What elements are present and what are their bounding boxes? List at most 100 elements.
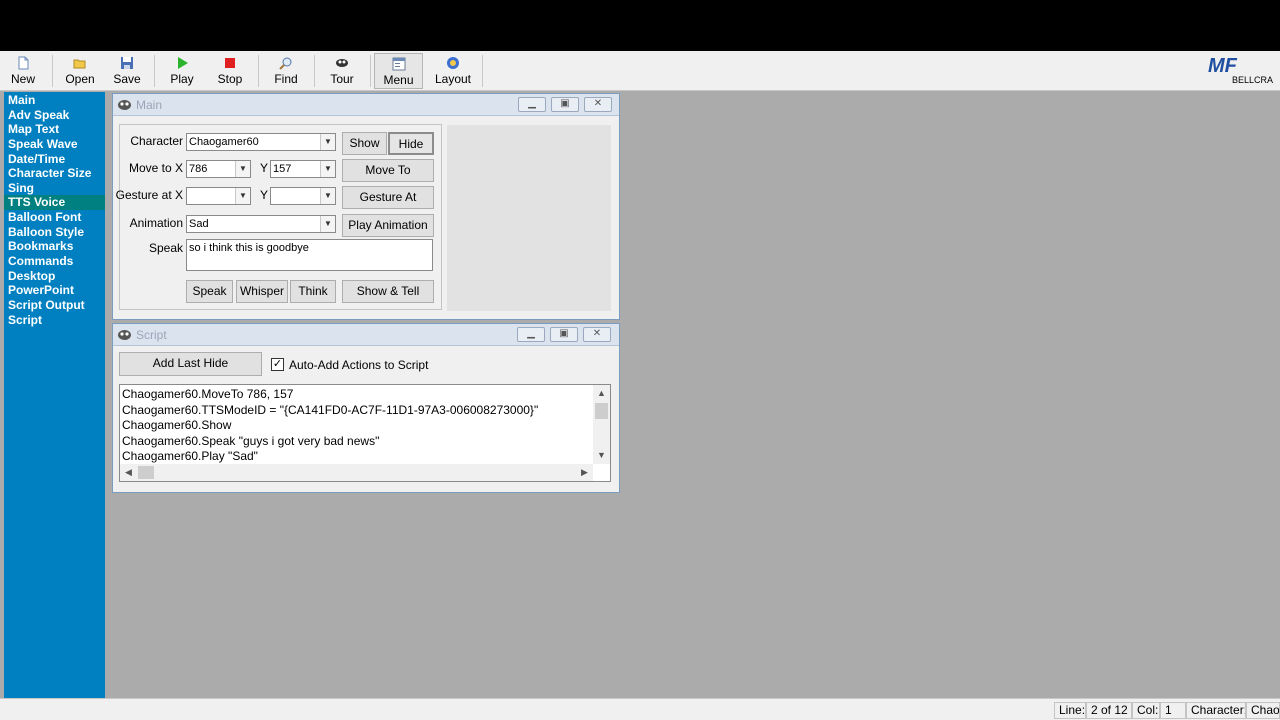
speak-button[interactable]: Speak [186,280,233,303]
auto-add-checkbox[interactable]: ✓ [271,358,284,371]
character-preview-panel [447,125,611,311]
save-label: Save [113,72,141,86]
script-line: Chaogamer60.Speak "guys i got very bad n… [122,433,380,448]
app-window: New Open Save Play Stop Find Tour Menu L… [0,51,1280,720]
gesture-y-label: Y [260,188,269,202]
sidebar-item-balloon-style[interactable]: Balloon Style [4,225,105,240]
gesture-y-select[interactable]: ▼ [270,187,336,205]
sidebar-item-script[interactable]: Script [4,313,105,328]
close-button[interactable]: ✕ [584,97,612,112]
think-button[interactable]: Think [290,280,336,303]
sidebar: Main Adv Speak Map Text Speak Wave Date/… [4,92,105,699]
sidebar-item-commands[interactable]: Commands [4,254,105,269]
maximize-button[interactable]: ▣ [551,97,579,112]
script-line: Chaogamer60.Play "Sad" [122,449,258,464]
character-select[interactable]: Chaogamer60 ▼ [186,133,336,151]
gesture-at-x-label: Gesture at X [115,188,183,202]
horizontal-scrollbar[interactable]: ◀ ▶ [120,464,593,481]
play-animation-button[interactable]: Play Animation [342,214,434,237]
status-line-label: Line: [1054,702,1086,719]
sidebar-item-sing[interactable]: Sing [4,181,105,196]
status-col-value: 1 [1160,702,1186,719]
auto-add-label: Auto-Add Actions to Script [289,358,429,372]
sidebar-item-tts-voice[interactable]: TTS Voice [4,195,105,211]
vertical-scroll-thumb[interactable] [595,403,608,419]
chevron-down-icon[interactable]: ▼ [320,216,335,232]
toolbar-separator [482,55,483,87]
sidebar-item-main[interactable]: Main [4,93,105,108]
speak-label: Speak [148,241,183,255]
tour-button[interactable]: Tour [324,53,360,89]
sidebar-item-speak-wave[interactable]: Speak Wave [4,137,105,152]
maximize-button[interactable]: ▣ [550,327,578,342]
stop-button[interactable]: Stop [212,53,248,89]
toolbar-separator [370,55,371,87]
find-icon [279,57,292,70]
play-button[interactable]: Play [164,53,200,89]
vertical-scrollbar[interactable]: ▲ ▼ [593,385,610,464]
close-button[interactable]: ✕ [583,327,611,342]
script-window-titlebar[interactable]: Script ▁ ▣ ✕ [113,324,619,346]
new-document-icon [18,56,29,70]
chevron-down-icon[interactable]: ▼ [235,188,250,204]
toolbar-separator [314,55,315,87]
sidebar-item-balloon-font[interactable]: Balloon Font [4,210,105,225]
scroll-right-icon[interactable]: ▶ [576,464,593,481]
open-label: Open [65,72,95,86]
scroll-up-icon[interactable]: ▲ [593,385,610,402]
chevron-down-icon[interactable]: ▼ [320,161,335,177]
sidebar-item-desktop[interactable]: Desktop [4,269,105,284]
move-to-x-label: Move to X [128,161,183,175]
new-button[interactable]: New [6,53,40,89]
sidebar-item-date-time[interactable]: Date/Time [4,152,105,167]
gesture-x-select[interactable]: ▼ [186,187,251,205]
speak-text-input[interactable]: so i think this is goodbye [186,239,433,271]
sidebar-item-character-size[interactable]: Character Size [4,166,105,181]
whisper-button[interactable]: Whisper [236,280,288,303]
open-button[interactable]: Open [60,53,100,89]
tour-label: Tour [330,72,354,86]
move-x-select[interactable]: 786 ▼ [186,160,251,178]
sidebar-item-powerpoint[interactable]: PowerPoint [4,283,105,298]
minimize-button[interactable]: ▁ [518,97,546,112]
layout-button[interactable]: Layout [430,53,476,89]
layout-label: Layout [434,72,472,86]
show-button[interactable]: Show [342,132,387,155]
menu-label: Menu [383,73,414,87]
add-last-button[interactable]: Add Last Hide [119,352,262,376]
chevron-down-icon[interactable]: ▼ [235,161,250,177]
save-button[interactable]: Save [110,53,144,89]
script-editor[interactable]: Chaogamer60.MoveTo 786, 157 Chaogamer60.… [119,384,611,482]
move-y-value: 157 [273,163,292,175]
script-line: Chaogamer60.MoveTo 786, 157 [122,387,294,401]
move-to-button[interactable]: Move To [342,159,434,182]
menu-button[interactable]: Menu [374,53,423,89]
sidebar-item-bookmarks[interactable]: Bookmarks [4,239,105,254]
logo-text: BELLCRA [1232,75,1274,85]
move-y-select[interactable]: 157 ▼ [270,160,336,178]
minimize-button[interactable]: ▁ [517,327,545,342]
play-icon [178,57,188,69]
gesture-at-button[interactable]: Gesture At [342,186,434,209]
hide-button[interactable]: Hide [388,132,434,155]
sidebar-item-map-text[interactable]: Map Text [4,122,105,137]
chevron-down-icon[interactable]: ▼ [320,188,335,204]
move-y-label: Y [260,161,269,175]
sidebar-item-adv-speak[interactable]: Adv Speak [4,108,105,123]
status-character-label: Character: [1186,702,1246,719]
sidebar-item-script-output[interactable]: Script Output [4,298,105,313]
chevron-down-icon[interactable]: ▼ [320,134,335,150]
animation-select[interactable]: Sad ▼ [186,215,336,233]
scroll-down-icon[interactable]: ▼ [593,447,610,464]
script-line: Chaogamer60.TTSModeID = "{CA141FD0-AC7F-… [122,402,539,417]
scroll-left-icon[interactable]: ◀ [120,464,137,481]
script-line: Chaogamer60.Show [122,418,232,433]
horizontal-scroll-thumb[interactable] [138,466,154,479]
agent-icon [118,330,131,340]
show-and-tell-button[interactable]: Show & Tell [342,280,434,303]
script-lines: Chaogamer60.MoveTo 786, 157 Chaogamer60.… [120,387,538,465]
find-button[interactable]: Find [268,53,304,89]
script-window: Script ▁ ▣ ✕ Add Last Hide ✓ Auto-Add Ac… [112,323,620,493]
main-window-titlebar[interactable]: Main ▁ ▣ ✕ [113,94,619,116]
new-label: New [10,72,35,86]
